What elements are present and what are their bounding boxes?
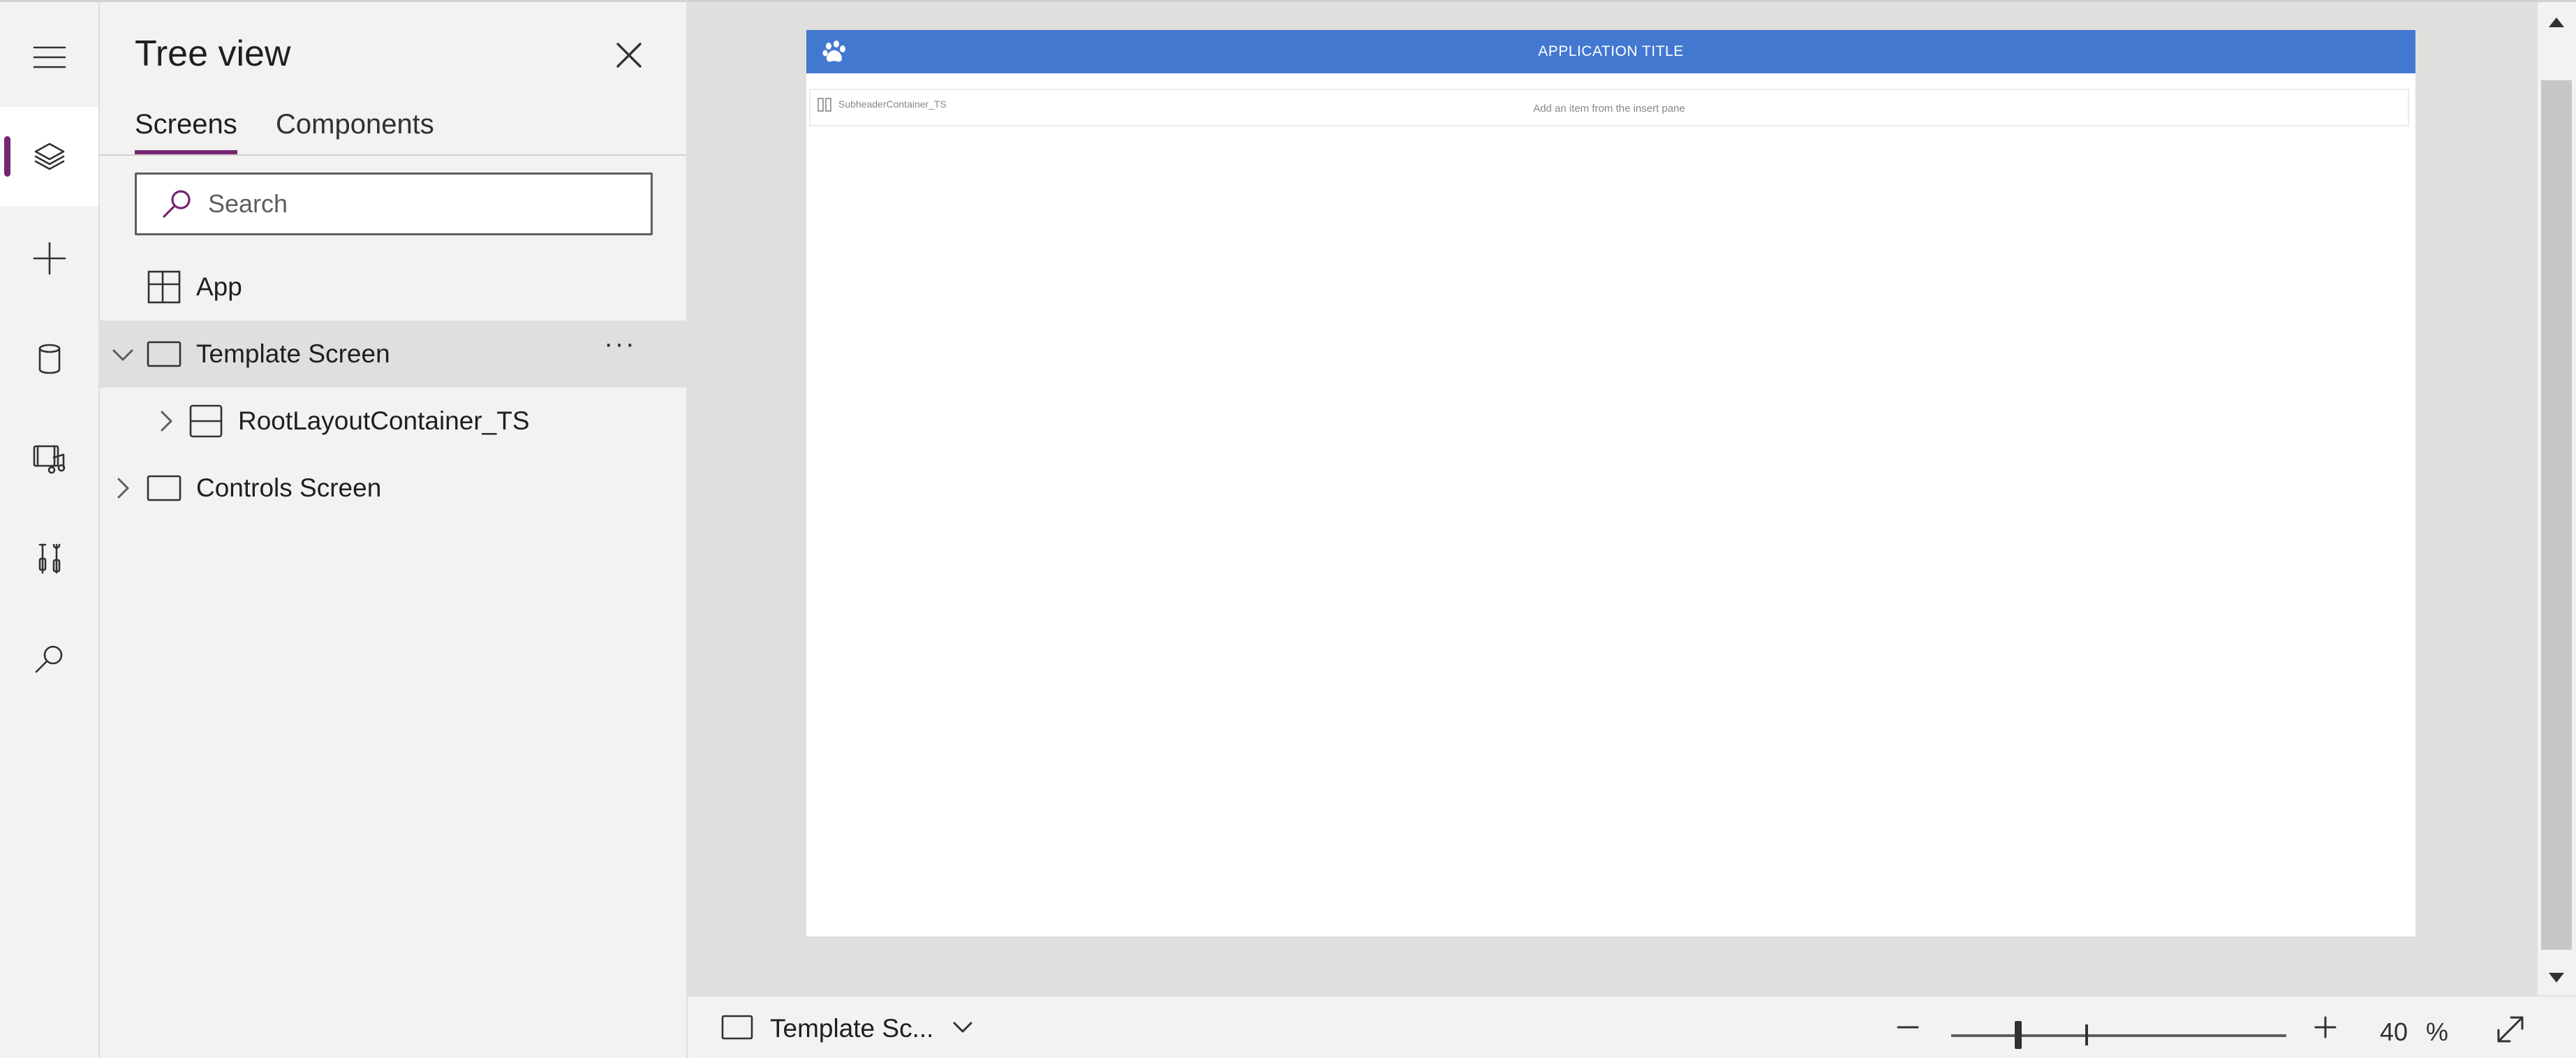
advanced-tools-icon[interactable] <box>0 509 98 608</box>
zoom-value: 40 <box>2380 1017 2408 1046</box>
tab-screens[interactable]: Screens <box>135 109 237 154</box>
vertical-scrollbar[interactable] <box>2538 0 2576 995</box>
tree-item-label: RootLayoutContainer_TS <box>238 406 530 435</box>
screen-icon <box>146 470 182 506</box>
zoom-out-button[interactable] <box>1893 1012 1923 1043</box>
search-icon <box>163 190 191 218</box>
chevron-right-icon[interactable] <box>153 408 179 434</box>
left-nav-rail <box>0 0 100 1058</box>
status-bar: Template Sc... 40 % <box>688 995 2576 1058</box>
zoom-slider[interactable] <box>1951 1021 2286 1049</box>
app-title: APPLICATION TITLE <box>1538 43 1684 59</box>
app-icon <box>146 269 182 305</box>
media-icon[interactable] <box>0 409 98 508</box>
tree-item-template-screen[interactable]: Template Screen ··· <box>100 321 686 388</box>
scroll-down-arrow-icon[interactable] <box>2549 973 2564 983</box>
data-cylinder-icon[interactable] <box>0 309 98 409</box>
search-input[interactable] <box>207 189 626 219</box>
app-screen-preview[interactable]: APPLICATION TITLE SubheaderContainer_TS … <box>806 30 2415 936</box>
tree-view-panel: Tree view Screens Components App Templat… <box>100 0 688 1058</box>
screen-icon <box>146 336 182 372</box>
tree-item-label: App <box>196 272 242 301</box>
screen-selector-label: Template Sc... <box>770 1014 934 1043</box>
tab-divider <box>100 154 686 156</box>
tree-item-label: Controls Screen <box>196 473 382 502</box>
canvas-workspace: APPLICATION TITLE SubheaderContainer_TS … <box>688 0 2538 995</box>
screen-icon <box>721 1013 753 1045</box>
fit-to-window-icon[interactable] <box>2493 1012 2528 1047</box>
more-options-icon[interactable]: ··· <box>601 330 639 361</box>
tree-item-root-layout-container[interactable]: RootLayoutContainer_TS <box>100 388 686 455</box>
chevron-right-icon[interactable] <box>110 475 136 501</box>
scroll-up-arrow-icon[interactable] <box>2549 17 2564 27</box>
tree-item-controls-screen[interactable]: Controls Screen <box>100 455 686 522</box>
search-icon[interactable] <box>0 610 98 709</box>
search-box[interactable] <box>135 172 653 235</box>
insert-plus-icon[interactable] <box>0 209 98 308</box>
zoom-in-button[interactable] <box>2310 1012 2341 1043</box>
scrollbar-thumb[interactable] <box>2541 80 2572 950</box>
tree-item-app[interactable]: App <box>100 254 686 321</box>
chevron-down-icon[interactable] <box>110 341 136 368</box>
zoom-slider-thumb[interactable] <box>2015 1021 2022 1049</box>
subheader-container[interactable]: SubheaderContainer_TS Add an item from t… <box>809 89 2409 126</box>
panel-title: Tree view <box>135 34 291 74</box>
zoom-unit: % <box>2426 1017 2449 1046</box>
insert-hint-text: Add an item from the insert pane <box>1533 103 1685 115</box>
tab-components[interactable]: Components <box>276 109 434 150</box>
tree-view-layers-icon[interactable] <box>0 107 98 206</box>
app-header-bar[interactable]: APPLICATION TITLE <box>806 30 2415 73</box>
close-icon[interactable] <box>609 36 649 75</box>
screen-selector[interactable]: Template Sc... <box>721 1013 975 1044</box>
menu-icon[interactable] <box>0 8 98 107</box>
tree-item-label: Template Screen <box>196 339 390 368</box>
chevron-down-icon[interactable] <box>933 1015 975 1043</box>
container-icon <box>188 403 224 439</box>
zoom-default-tick <box>2085 1024 2088 1045</box>
